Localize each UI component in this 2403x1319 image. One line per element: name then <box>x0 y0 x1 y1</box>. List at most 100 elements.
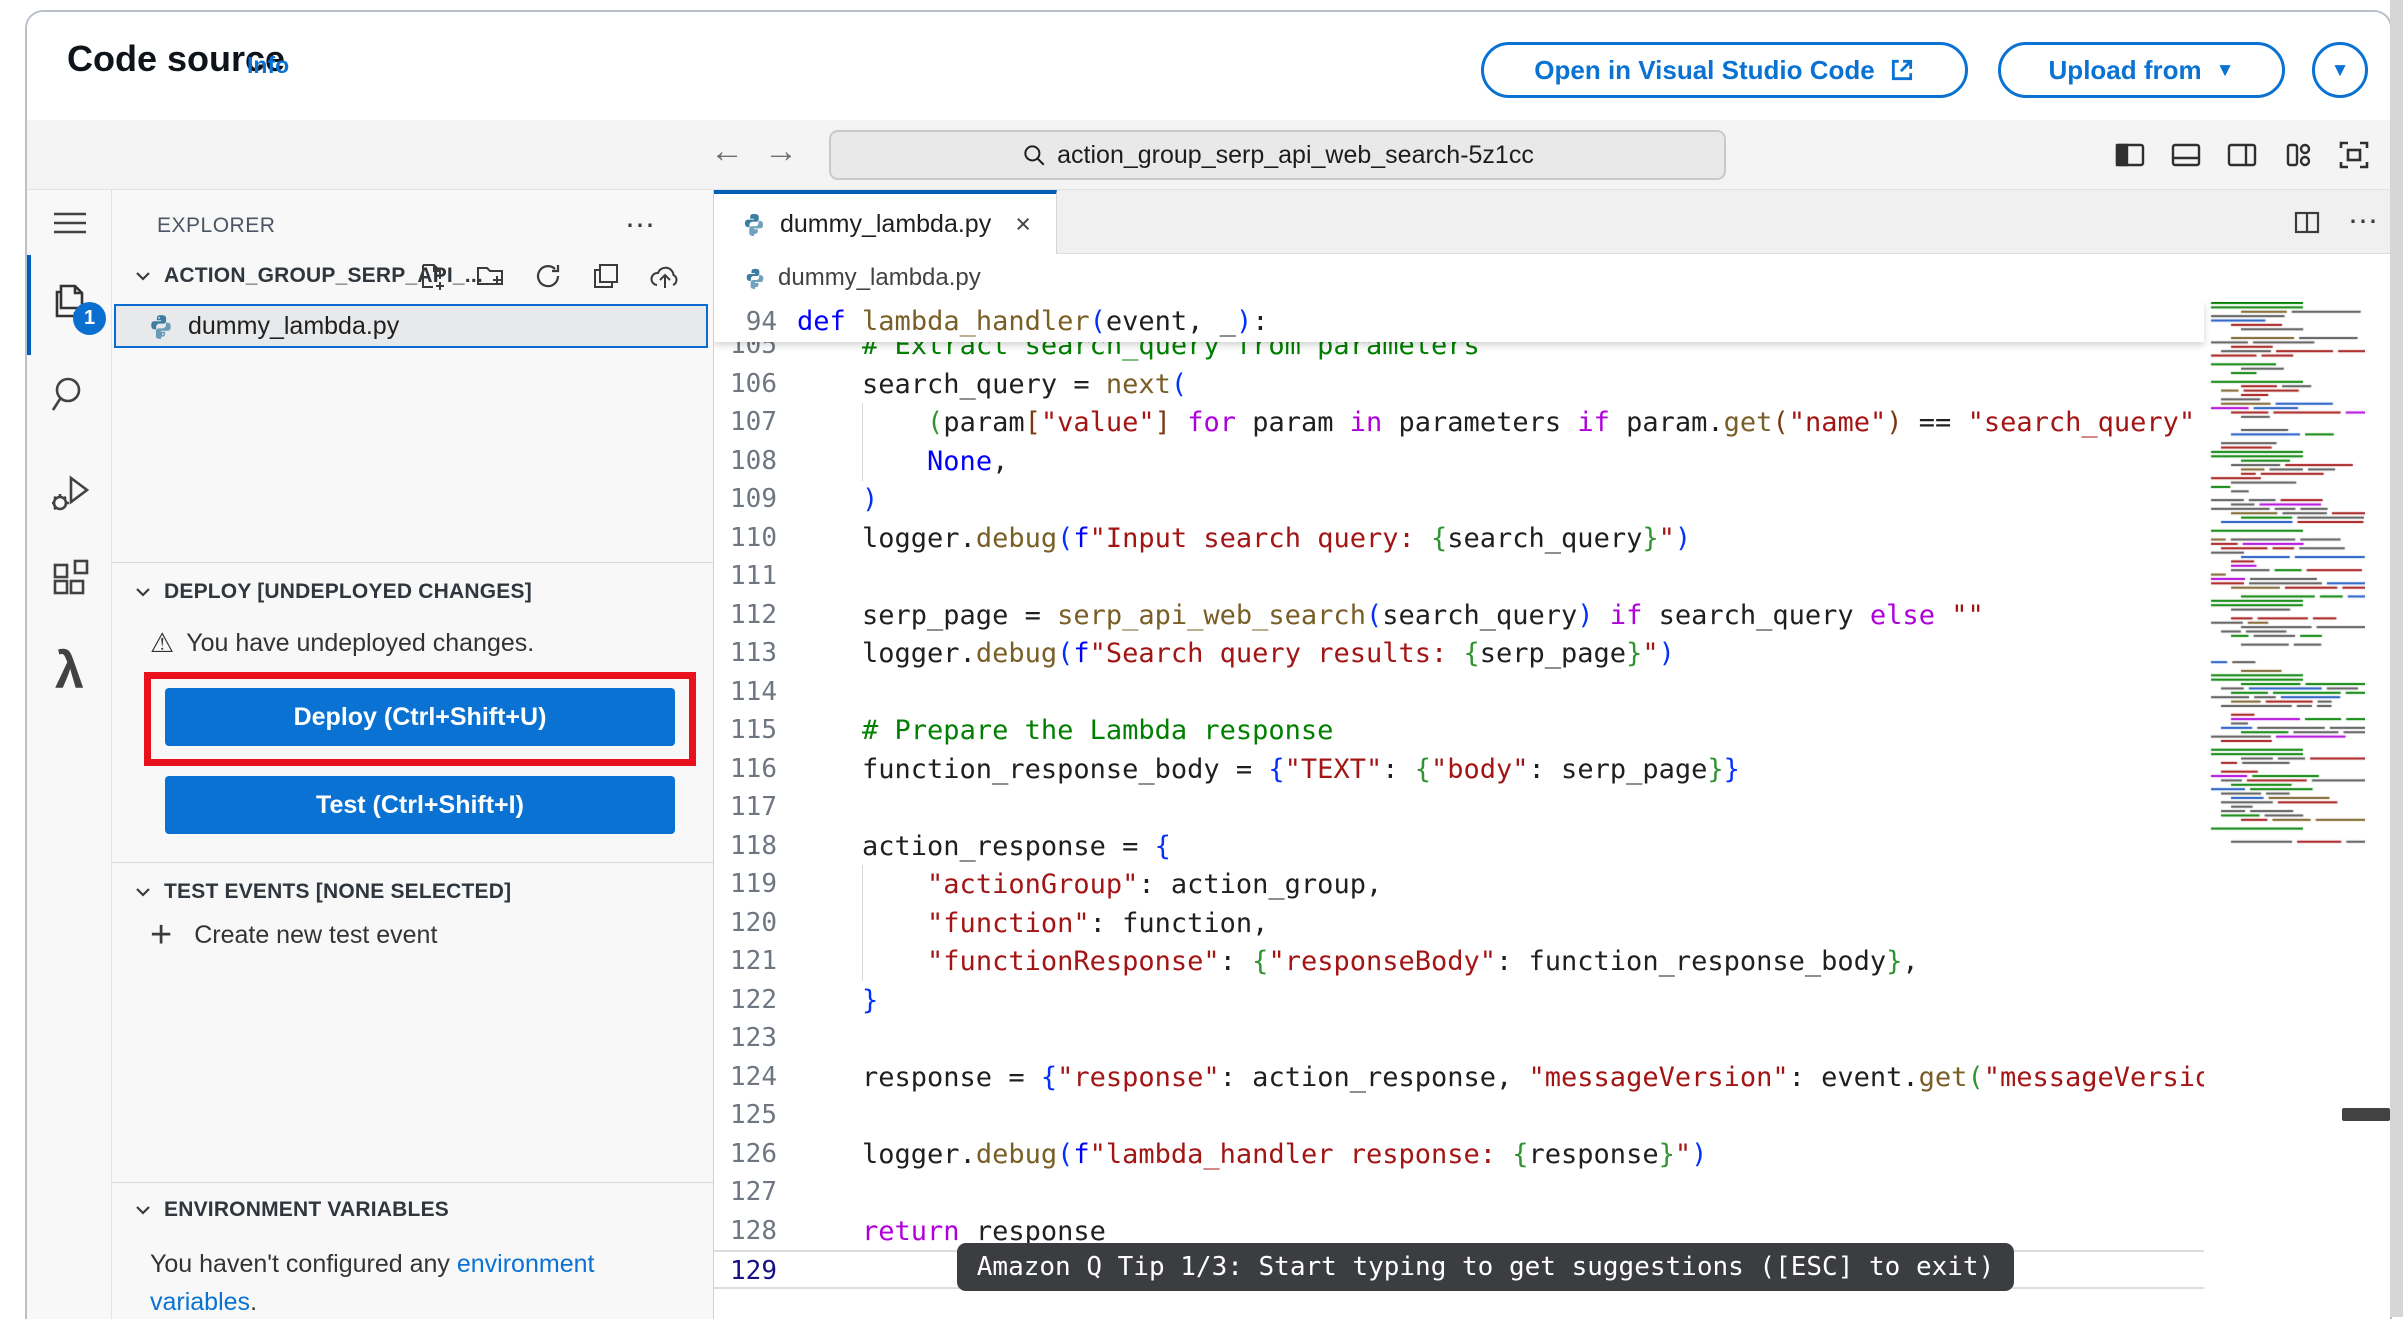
line-number: 128 <box>730 1215 777 1246</box>
test-button[interactable]: Test (Ctrl+Shift+I) <box>165 776 675 834</box>
line-number: 113 <box>730 638 777 668</box>
code-line[interactable]: 119 "actionGroup": action_group, <box>714 865 2204 904</box>
code-text: action_response = { <box>797 830 1171 862</box>
toggle-left-panel-icon[interactable] <box>2112 137 2148 173</box>
deploy-section-header[interactable]: DEPLOY [UNDEPLOYED CHANGES] <box>112 572 713 612</box>
code-line[interactable]: 106 search_query = next( <box>714 365 2204 404</box>
code-text <box>797 673 2204 712</box>
code-line[interactable]: 124 response = {"response": action_respo… <box>714 1058 2204 1097</box>
env-variables-link[interactable]: environment <box>457 1250 595 1278</box>
ellipsis-icon[interactable]: ⋯ <box>2348 207 2378 237</box>
refresh-icon[interactable] <box>533 261 563 291</box>
code-line[interactable]: 125 <box>714 1096 2204 1135</box>
code-line[interactable]: 115 # Prepare the Lambda response <box>714 711 2204 750</box>
back-arrow-icon[interactable]: ← <box>710 134 744 168</box>
code-text: logger.debug(f"Input search query: {sear… <box>797 522 1692 554</box>
test-events-section-header[interactable]: TEST EVENTS [NONE SELECTED] <box>112 872 713 912</box>
info-link[interactable]: Info <box>247 52 289 79</box>
fullscreen-icon[interactable] <box>2336 137 2372 173</box>
code-line[interactable]: 112 serp_page = serp_api_web_search(sear… <box>714 596 2204 635</box>
toggle-right-panel-icon[interactable] <box>2224 137 2260 173</box>
code-line[interactable]: 121 "functionResponse": {"responseBody":… <box>714 942 2204 981</box>
toggle-bottom-panel-icon[interactable] <box>2168 137 2204 173</box>
code-line[interactable]: 122 } <box>714 981 2204 1020</box>
minimap[interactable] <box>2207 302 2365 847</box>
forward-arrow-icon[interactable]: → <box>764 134 798 168</box>
sticky-scroll-line[interactable]: 94 def lambda_handler(event, _): <box>714 302 2204 342</box>
run-debug-icon[interactable] <box>27 470 112 516</box>
explorer-sidebar: EXPLORER ⋯ ACTION_GROUP_SERP_API_... dum… <box>112 190 714 1319</box>
tab-strip: dummy_lambda.py × ⋯ <box>714 190 2390 254</box>
code-line[interactable]: 127 <box>714 1173 2204 1212</box>
code-line[interactable]: 107 (param["value"] for param in paramet… <box>714 403 2204 442</box>
close-icon[interactable]: × <box>1015 209 1031 240</box>
page-scrollbar[interactable] <box>2390 0 2403 1317</box>
plus-icon: + <box>150 914 173 956</box>
ellipsis-icon[interactable]: ⋯ <box>625 211 655 241</box>
create-test-event[interactable]: + Create new test event <box>150 916 437 954</box>
env-text-suffix: . <box>250 1288 258 1316</box>
code-source-panel: Code source Info Open in Visual Studio C… <box>25 10 2392 1319</box>
split-editor-icon[interactable] <box>2292 207 2322 237</box>
code-line[interactable]: 116 function_response_body = {"TEXT": {"… <box>714 750 2204 789</box>
hamburger-menu-icon[interactable] <box>27 208 112 238</box>
env-section-header[interactable]: ENVIRONMENT VARIABLES <box>112 1190 713 1230</box>
customize-layout-icon[interactable] <box>2280 137 2316 173</box>
file-item-dummy-lambda[interactable]: dummy_lambda.py <box>114 304 708 348</box>
folder-section-header[interactable]: ACTION_GROUP_SERP_API_... <box>112 256 713 296</box>
code-text: "actionGroup": action_group, <box>927 869 1383 900</box>
code-text: logger.debug(f"lambda_handler response: … <box>797 1138 1708 1170</box>
line-number: 94 <box>745 307 777 337</box>
divider <box>112 562 713 563</box>
search-input[interactable]: action_group_serp_api_web_search-5z1cc <box>829 130 1726 180</box>
tab-dummy-lambda[interactable]: dummy_lambda.py × <box>714 190 1057 254</box>
code-line[interactable]: 109 ) <box>714 480 2204 519</box>
code-text: # Prepare the Lambda response <box>862 715 1334 746</box>
code-line[interactable]: 120 "function": function, <box>714 903 2204 943</box>
code-line[interactable]: 94 def lambda_handler(event, _): <box>714 302 2204 341</box>
line-number: 125 <box>730 1100 777 1130</box>
env-empty-text: You haven't configured any environment v… <box>150 1245 594 1319</box>
code-line[interactable]: 126 logger.debug(f"lambda_handler respon… <box>714 1135 2204 1174</box>
activity-bar: 1 λ <box>27 190 112 1319</box>
upload-from-button[interactable]: Upload from ▼ <box>1998 42 2285 98</box>
code-line[interactable]: 108 None, <box>714 441 2204 481</box>
code-viewport[interactable]: 105 # Extract search_query from paramete… <box>714 302 2390 1319</box>
deploy-button[interactable]: Deploy (Ctrl+Shift+U) <box>165 688 675 746</box>
layout-controls <box>2112 120 2372 190</box>
code-text <box>797 557 2204 596</box>
editor-scrollbar-thumb[interactable] <box>2342 1108 2390 1121</box>
code-line[interactable]: 111 <box>714 557 2204 596</box>
tab-label: dummy_lambda.py <box>780 209 992 238</box>
extensions-icon[interactable] <box>27 555 112 601</box>
new-file-icon[interactable] <box>417 261 447 291</box>
aws-lambda-icon[interactable]: λ <box>27 645 112 697</box>
collapse-all-icon[interactable] <box>591 261 621 291</box>
line-number: 114 <box>730 676 777 707</box>
code-text: } <box>862 984 879 1016</box>
explorer-badge: 1 <box>73 302 106 335</box>
line-number: 108 <box>730 445 777 476</box>
editor-toolbar: ← → action_group_serp_api_web_search-5z1… <box>27 120 2390 190</box>
search-sidebar-icon[interactable] <box>27 372 112 416</box>
panel-header: Code source Info Open in Visual Studio C… <box>27 12 2390 120</box>
breadcrumb[interactable]: dummy_lambda.py <box>714 254 2390 302</box>
code-line[interactable]: 117 <box>714 788 2204 827</box>
test-events-header-label: TEST EVENTS [NONE SELECTED] <box>164 880 512 903</box>
line-number: 126 <box>730 1138 777 1169</box>
code-line[interactable]: 113 logger.debug(f"Search query results:… <box>714 634 2204 673</box>
upload-file-icon[interactable] <box>649 261 681 291</box>
line-number: 124 <box>730 1061 777 1092</box>
new-folder-icon[interactable] <box>475 261 505 291</box>
code-line[interactable]: 118 action_response = { <box>714 827 2204 866</box>
create-test-event-label: Create new test event <box>194 920 438 949</box>
code-line[interactable]: 114 <box>714 673 2204 712</box>
code-line[interactable]: 123 <box>714 1019 2204 1058</box>
file-name: dummy_lambda.py <box>188 311 400 340</box>
amazon-q-tip: Amazon Q Tip 1/3: Start typing to get su… <box>957 1243 2014 1291</box>
open-in-vscode-button[interactable]: Open in Visual Studio Code <box>1481 42 1968 98</box>
env-variables-link[interactable]: variables <box>150 1288 250 1316</box>
code-text <box>797 788 2204 827</box>
code-line[interactable]: 110 logger.debug(f"Input search query: {… <box>714 519 2204 558</box>
more-actions-button[interactable]: ▼ <box>2312 42 2368 98</box>
